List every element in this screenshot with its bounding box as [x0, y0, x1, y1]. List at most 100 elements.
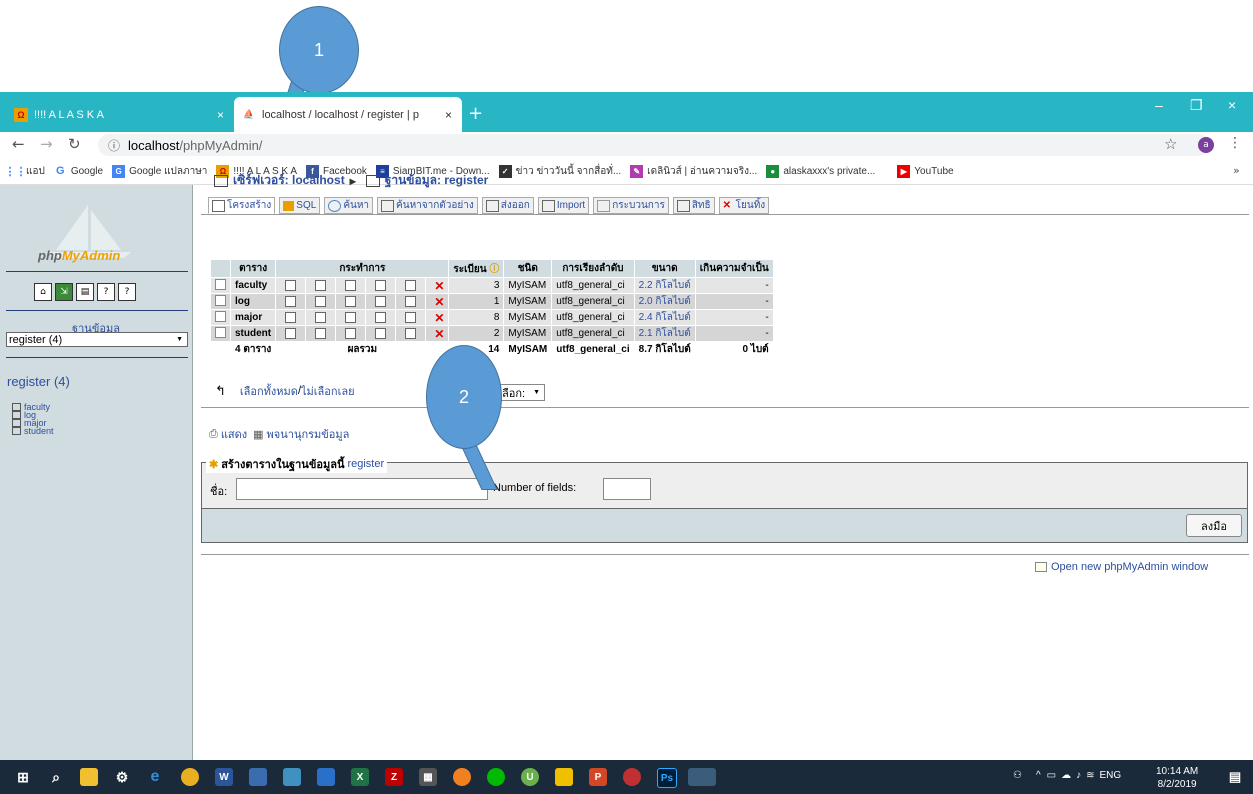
structure-cell[interactable]: [306, 294, 336, 309]
edge-icon[interactable]: e: [146, 768, 164, 786]
sidebar-table-student[interactable]: student: [12, 426, 54, 436]
tab-drop[interactable]: ✕ โยนทิ้ง: [718, 197, 770, 214]
browse-cell[interactable]: [276, 326, 306, 341]
forward-icon[interactable]: →: [40, 135, 53, 153]
bookmark-google[interactable]: G Google: [54, 165, 103, 178]
bookmark-star-icon[interactable]: ☆: [1164, 135, 1177, 153]
row-checkbox-cell[interactable]: [211, 326, 230, 341]
settings-gear-icon[interactable]: ⚙: [113, 768, 131, 786]
size-value[interactable]: 2.4 กิโลไบต์: [634, 310, 695, 325]
structure-cell[interactable]: [306, 278, 336, 293]
empty-icon[interactable]: [405, 311, 417, 323]
onedrive-icon[interactable]: ☁: [1061, 770, 1071, 781]
people-icon[interactable]: ⚇: [1013, 770, 1022, 781]
insert-icon[interactable]: [375, 279, 387, 291]
empty-cell[interactable]: [396, 294, 426, 309]
empty-cell[interactable]: [396, 278, 426, 293]
bookmark-alaskaxxx[interactable]: ● alaskaxxx's private...: [766, 164, 875, 178]
profile-avatar[interactable]: a: [1198, 137, 1214, 153]
structure-icon[interactable]: [315, 279, 327, 291]
volume-icon[interactable]: ♪: [1076, 770, 1081, 781]
go-button[interactable]: ลงมือ: [1186, 514, 1242, 537]
size-value[interactable]: 2.0 กิโลไบต์: [634, 294, 695, 309]
tab-structure[interactable]: โครงสร้าง: [208, 197, 276, 214]
browse-icon[interactable]: [285, 295, 297, 307]
browse-cell[interactable]: [276, 310, 306, 325]
paint-icon[interactable]: [283, 768, 301, 786]
structure-cell[interactable]: [306, 326, 336, 341]
chrome-active-icon[interactable]: [688, 768, 716, 786]
calculator-icon[interactable]: ▦: [419, 768, 437, 786]
browse-icon[interactable]: [285, 327, 297, 339]
app-icon[interactable]: [317, 768, 335, 786]
drop-icon[interactable]: ✕: [434, 311, 444, 325]
exit-icon[interactable]: ⇲: [55, 283, 73, 301]
table-name[interactable]: student: [231, 326, 276, 341]
reload-icon[interactable]: ↻: [68, 135, 81, 153]
drop-icon[interactable]: ✕: [434, 295, 444, 309]
powerpoint-icon[interactable]: P: [589, 768, 607, 786]
structure-cell[interactable]: [306, 310, 336, 325]
browser-menu-icon[interactable]: ⋮: [1228, 135, 1242, 151]
notifications-icon[interactable]: ▤: [1226, 768, 1244, 786]
address-bar[interactable]: ⓘ localhost/phpMyAdmin/: [98, 134, 1210, 156]
bookmark-google-translate[interactable]: G Google แปลภาษา: [112, 164, 207, 179]
browser-tab-phpmyadmin[interactable]: ⛵ localhost / localhost / register | p ×: [234, 97, 462, 132]
insert-icon[interactable]: [375, 311, 387, 323]
browser-tab-alaska[interactable]: Ω !!!! A L A S K A ×: [6, 97, 234, 132]
database-heading[interactable]: register (4): [7, 374, 70, 389]
filezilla-icon[interactable]: Z: [385, 768, 403, 786]
new-tab-button[interactable]: +: [468, 103, 483, 124]
header-size[interactable]: ขนาด: [634, 260, 695, 277]
row-checkbox[interactable]: [215, 326, 226, 338]
close-tab-icon[interactable]: ×: [217, 108, 224, 122]
search-icon[interactable]: ⌕: [47, 768, 65, 786]
browse-cell[interactable]: [276, 294, 306, 309]
row-checkbox-cell[interactable]: [211, 294, 230, 309]
tab-sql[interactable]: SQL: [279, 197, 321, 214]
file-explorer-icon[interactable]: [80, 768, 98, 786]
search-cell[interactable]: [336, 278, 366, 293]
check-all-link[interactable]: เลือกทั้งหมด: [240, 382, 298, 400]
maximize-button[interactable]: ❐: [1190, 97, 1203, 114]
app-icon[interactable]: [555, 768, 573, 786]
header-overhead[interactable]: เกินความจำเป็น: [695, 260, 773, 277]
utorrent-icon[interactable]: U: [521, 768, 539, 786]
drop-cell[interactable]: ✕: [426, 310, 449, 325]
browse-cell[interactable]: [276, 278, 306, 293]
site-info-icon[interactable]: ⓘ: [108, 137, 120, 154]
row-checkbox[interactable]: [215, 310, 226, 322]
header-table[interactable]: ตาราง: [231, 260, 276, 277]
search-icon[interactable]: [345, 327, 357, 339]
search-cell[interactable]: [336, 294, 366, 309]
bookmark-apps[interactable]: ⋮⋮ แอป: [5, 164, 45, 179]
empty-icon[interactable]: [405, 327, 417, 339]
search-icon[interactable]: [345, 279, 357, 291]
language-indicator[interactable]: ENG: [1100, 770, 1122, 781]
start-windows-icon[interactable]: ⊞: [14, 768, 32, 786]
sql-query-icon[interactable]: ▤: [76, 283, 94, 301]
tab-privileges[interactable]: สิทธิ: [672, 197, 715, 214]
app-icon[interactable]: [453, 768, 471, 786]
browse-icon[interactable]: [285, 311, 297, 323]
structure-icon[interactable]: [315, 295, 327, 307]
empty-icon[interactable]: [405, 279, 417, 291]
app-icon[interactable]: [249, 768, 267, 786]
network-icon[interactable]: ▭: [1047, 770, 1056, 781]
table-name[interactable]: major: [231, 310, 276, 325]
search-icon[interactable]: [345, 295, 357, 307]
insert-icon[interactable]: [375, 295, 387, 307]
insert-cell[interactable]: [366, 294, 396, 309]
word-icon[interactable]: W: [215, 768, 233, 786]
drop-cell[interactable]: ✕: [426, 294, 449, 309]
structure-icon[interactable]: [315, 311, 327, 323]
app-icon[interactable]: [623, 768, 641, 786]
empty-cell[interactable]: [396, 310, 426, 325]
help-icon[interactable]: ⓘ: [487, 264, 499, 275]
back-icon[interactable]: ←: [12, 135, 25, 153]
breadcrumb-server[interactable]: เซิร์ฟเวอร์: localhost: [233, 171, 345, 190]
with-selected-select[interactable]: ลือก: ▼: [497, 384, 546, 401]
minimize-button[interactable]: –: [1155, 97, 1163, 113]
size-value[interactable]: 2.1 กิโลไบต์: [634, 326, 695, 341]
tab-query[interactable]: ค้นหาจากตัวอย่าง: [377, 197, 478, 214]
